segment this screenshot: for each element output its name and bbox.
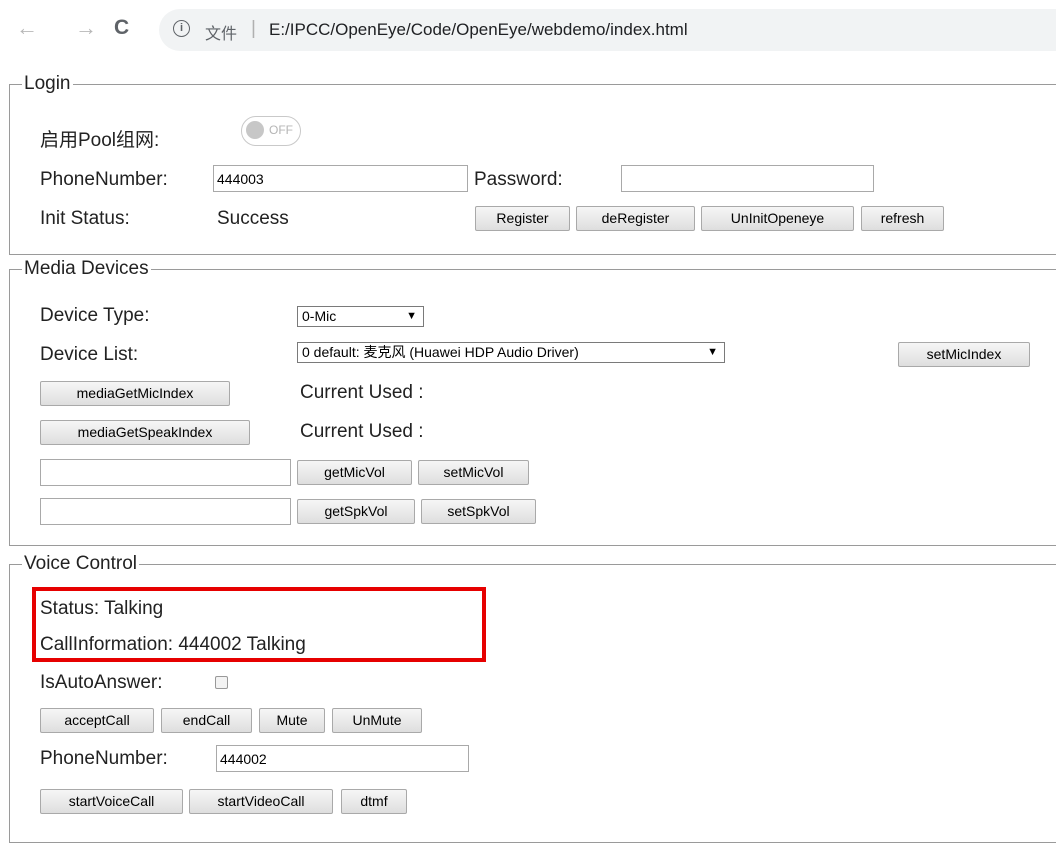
speak-current-used: Current Used : xyxy=(300,421,424,442)
address-separator: | xyxy=(251,18,256,39)
set-mic-index-button[interactable]: setMicIndex xyxy=(898,342,1030,367)
auto-answer-label: IsAutoAnswer: xyxy=(40,672,163,693)
voice-phone-input[interactable] xyxy=(216,745,469,772)
device-type-label: Device Type: xyxy=(40,305,150,326)
login-legend: Login xyxy=(24,73,71,94)
set-spk-vol-button[interactable]: setSpkVol xyxy=(421,499,536,524)
login-phone-input[interactable] xyxy=(213,165,468,192)
set-mic-vol-button[interactable]: setMicVol xyxy=(418,460,529,485)
mic-vol-input[interactable] xyxy=(40,459,291,486)
back-icon[interactable]: ← xyxy=(16,16,38,40)
get-mic-vol-button[interactable]: getMicVol xyxy=(297,460,412,485)
start-voice-call-button[interactable]: startVoiceCall xyxy=(40,789,183,814)
mute-button[interactable]: Mute xyxy=(259,708,325,733)
device-list-label: Device List: xyxy=(40,344,139,365)
pool-toggle[interactable]: OFF xyxy=(241,116,301,146)
register-button[interactable]: Register xyxy=(475,206,570,231)
info-circle-icon[interactable]: i xyxy=(173,20,190,37)
browser-toolbar: ← → C i 文件 | E:/IPCC/OpenEye/Code/OpenEy… xyxy=(0,0,1056,62)
voice-phone-label: PhoneNumber: xyxy=(40,748,168,769)
uninit-openeye-button[interactable]: UnInitOpeneye xyxy=(701,206,854,231)
dropdown-arrow-icon: ▼ xyxy=(406,310,417,322)
media-get-speak-index-button[interactable]: mediaGetSpeakIndex xyxy=(40,420,250,445)
media-devices-legend: Media Devices xyxy=(24,258,149,279)
unmute-button[interactable]: UnMute xyxy=(332,708,422,733)
password-input[interactable] xyxy=(621,165,874,192)
address-url[interactable]: E:/IPCC/OpenEye/Code/OpenEye/webdemo/ind… xyxy=(269,20,688,40)
spk-vol-input[interactable] xyxy=(40,498,291,525)
pool-label: 启用Pool组网: xyxy=(40,130,160,151)
auto-answer-checkbox[interactable] xyxy=(215,676,228,689)
mic-current-used: Current Used : xyxy=(300,382,424,403)
forward-icon[interactable]: → xyxy=(75,16,97,40)
init-status-value: Success xyxy=(217,208,289,229)
login-phone-label: PhoneNumber: xyxy=(40,169,168,190)
toggle-knob xyxy=(246,121,264,139)
device-list-select[interactable]: 0 default: 麦克风 (Huawei HDP Audio Driver)… xyxy=(297,342,725,363)
refresh-button[interactable]: refresh xyxy=(861,206,944,231)
password-label: Password: xyxy=(474,169,563,190)
device-type-select[interactable]: 0-Mic ▼ xyxy=(297,306,424,327)
address-bar[interactable]: i 文件 | E:/IPCC/OpenEye/Code/OpenEye/webd… xyxy=(159,9,1056,51)
reload-icon[interactable]: C xyxy=(114,16,129,40)
accept-call-button[interactable]: acceptCall xyxy=(40,708,154,733)
media-get-mic-index-button[interactable]: mediaGetMicIndex xyxy=(40,381,230,406)
toggle-state-label: OFF xyxy=(269,123,293,137)
highlight-box xyxy=(32,587,486,662)
init-status-label: Init Status: xyxy=(40,208,130,229)
start-video-call-button[interactable]: startVideoCall xyxy=(189,789,333,814)
dropdown-arrow-icon: ▼ xyxy=(707,346,718,358)
dtmf-button[interactable]: dtmf xyxy=(341,789,407,814)
get-spk-vol-button[interactable]: getSpkVol xyxy=(297,499,415,524)
end-call-button[interactable]: endCall xyxy=(161,708,252,733)
device-list-value: 0 default: 麦克风 (Huawei HDP Audio Driver) xyxy=(302,344,579,360)
voice-control-legend: Voice Control xyxy=(24,553,138,574)
deregister-button[interactable]: deRegister xyxy=(576,206,695,231)
address-scheme-label: 文件 xyxy=(205,26,238,43)
device-type-value: 0-Mic xyxy=(302,308,337,324)
